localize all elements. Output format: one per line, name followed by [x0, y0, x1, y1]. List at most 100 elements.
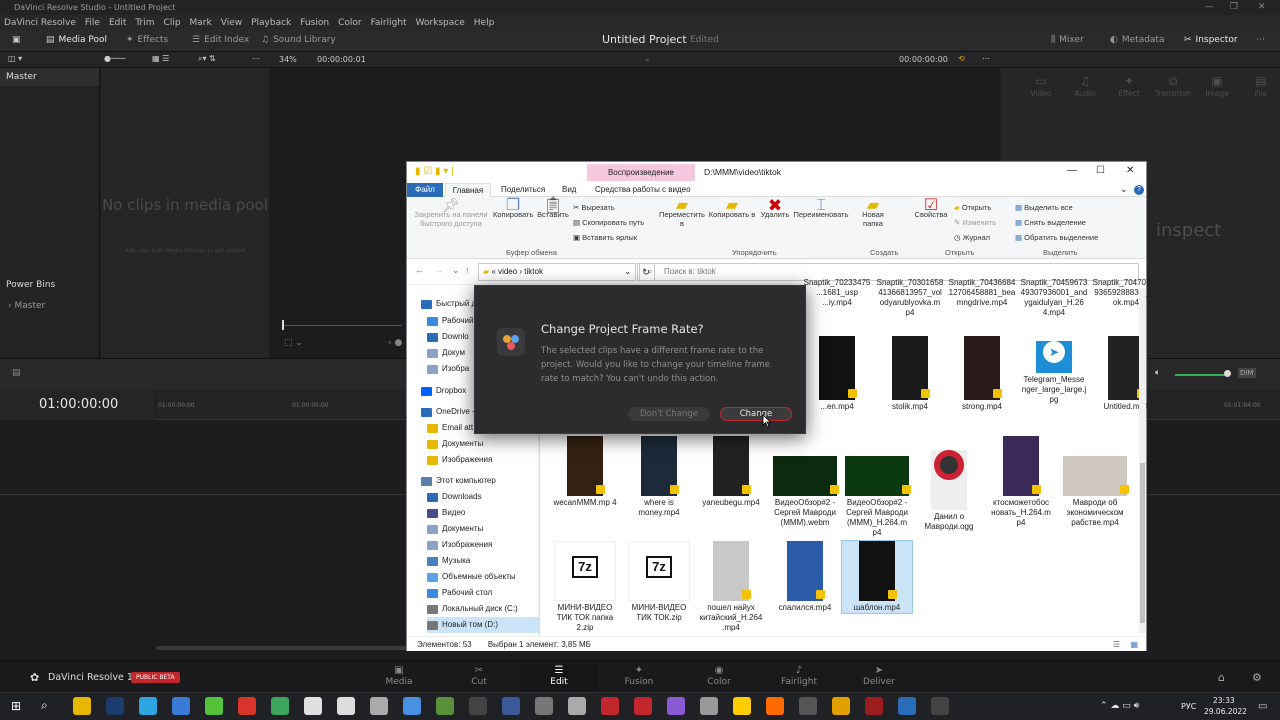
restore-icon[interactable]: ❐: [1230, 0, 1238, 15]
tray-icons[interactable]: ⌃ ☁ ▭ 🔊︎: [1100, 701, 1139, 711]
file-item[interactable]: Snaptik_70301658 41366813957_vol odyarub…: [875, 278, 945, 318]
tab-view[interactable]: Вид: [562, 185, 576, 194]
nav-item[interactable]: Рабочий стол: [427, 585, 492, 601]
media-pool-button[interactable]: ▤ Media Pool: [46, 35, 107, 45]
file-item[interactable]: пошел найух китайский_H.264 .mp4: [696, 541, 766, 633]
page-cut[interactable]: ✂ Cut: [440, 665, 518, 693]
minimize-icon[interactable]: —: [1205, 0, 1214, 15]
nav-item[interactable]: Изображения: [427, 537, 492, 553]
history-button[interactable]: ◷ Журнал: [954, 233, 990, 242]
nav-item[interactable]: Email att: [427, 420, 473, 436]
edit-button[interactable]: ✎ Изменить: [954, 218, 996, 227]
nav-item[interactable]: Видео: [427, 505, 465, 521]
notifications-icon[interactable]: ▭: [1258, 701, 1267, 712]
taskbar-app-icon[interactable]: [568, 697, 586, 715]
menu-item-10[interactable]: Fairlight: [371, 18, 407, 28]
address-dropdown-icon[interactable]: ⌄: [624, 264, 631, 280]
file-item[interactable]: Snaptik_70233475 ...1681_usp ...iy.mp4: [802, 278, 872, 308]
paste-button[interactable]: 📋︎ Вставить: [535, 198, 571, 220]
nav-item[interactable]: Dropbox: [421, 383, 466, 399]
taskbar-app-icon[interactable]: [898, 697, 916, 715]
taskbar-app-icon[interactable]: [172, 697, 190, 715]
menu-item-4[interactable]: Clip: [164, 18, 181, 28]
thumb-size-slider[interactable]: ●───: [104, 54, 125, 63]
file-item[interactable]: ВидеоОбзор#2 - Сергей Мавроди (МММ).webm: [770, 456, 840, 528]
taskbar-app-icon[interactable]: [667, 697, 685, 715]
taskbar-app-icon[interactable]: [733, 697, 751, 715]
page-media[interactable]: ▣ Media: [360, 665, 438, 693]
menu-item-7[interactable]: Playback: [251, 18, 291, 28]
volume-slider[interactable]: [1175, 374, 1227, 376]
taskbar-app-icon[interactable]: [634, 697, 652, 715]
taskbar-app-icon[interactable]: [205, 697, 223, 715]
taskbar-app-icon[interactable]: [535, 697, 553, 715]
taskbar-app-icon[interactable]: [304, 697, 322, 715]
sidebar-toggle-icon[interactable]: ◫ ▾: [8, 54, 22, 63]
power-bin-master[interactable]: › Master: [8, 301, 45, 311]
taskbar-app-icon[interactable]: [799, 697, 817, 715]
chevron-down-icon[interactable]: ⌄: [644, 54, 651, 63]
rename-button[interactable]: ⌶ Переименовать: [793, 198, 849, 220]
address-parent[interactable]: «: [491, 267, 495, 276]
taskbar-app-icon[interactable]: [502, 697, 520, 715]
settings-gear-icon[interactable]: ⚙: [1252, 671, 1262, 684]
taskbar-app-icon[interactable]: [73, 697, 91, 715]
loop-icon[interactable]: ⟲: [958, 54, 965, 63]
nav-item[interactable]: Изобра: [427, 361, 469, 377]
taskbar-app-icon[interactable]: [469, 697, 487, 715]
edit-index-button[interactable]: ☰ Edit Index: [192, 35, 249, 45]
menu-item-3[interactable]: Trim: [135, 18, 154, 28]
file-item[interactable]: Snaptik_70470787 93659288834_tikt ok.mp4: [1091, 278, 1161, 308]
nav-item[interactable]: Быстрый д: [421, 296, 476, 312]
file-item[interactable]: wecanMMM.mp 4: [550, 436, 620, 508]
playhead-marker[interactable]: [282, 320, 284, 330]
content-scrollbar[interactable]: [1139, 288, 1146, 633]
copy-to-button[interactable]: ▰ Копировать в: [707, 198, 757, 220]
nav-item[interactable]: Downloads: [427, 489, 482, 505]
file-item[interactable]: Snaptik_70436684 12706458881_bea mngdriv…: [947, 278, 1017, 308]
nav-item[interactable]: Локальный диск (C:): [427, 601, 518, 617]
ribbon-collapse-icon[interactable]: ⌄: [1120, 184, 1128, 195]
file-item[interactable]: stolik.mp4: [875, 336, 945, 412]
inspector-tab-effect[interactable]: ✦ Effect: [1107, 74, 1151, 98]
menu-item-9[interactable]: Color: [338, 18, 362, 28]
recent-chevron-icon[interactable]: ⌄: [452, 265, 460, 276]
dim-button[interactable]: DIM: [1238, 368, 1256, 378]
details-view-icon[interactable]: ☰: [1113, 637, 1120, 652]
menu-item-8[interactable]: Fusion: [300, 18, 329, 28]
taskbar-app-icon[interactable]: [403, 697, 421, 715]
menu-item-6[interactable]: View: [221, 18, 242, 28]
taskbar-app-icon[interactable]: [766, 697, 784, 715]
windows-start-icon[interactable]: ⊞: [11, 699, 21, 713]
taskbar-app-icon[interactable]: [271, 697, 289, 715]
inspector-button[interactable]: ✂ Inspector: [1184, 35, 1238, 45]
zoom-level[interactable]: 34%: [279, 55, 297, 64]
file-item[interactable]: where is money.mp4: [624, 436, 694, 518]
inspector-tab-file[interactable]: ▤ File: [1239, 74, 1280, 98]
copy-button[interactable]: ❐ Копировать: [493, 198, 533, 220]
nav-item[interactable]: Документы: [427, 436, 483, 452]
nav-item[interactable]: Музыка: [427, 553, 470, 569]
language-indicator[interactable]: РУС: [1181, 702, 1196, 711]
taskbar-app-icon[interactable]: [106, 697, 124, 715]
more-options-icon[interactable]: ⋯: [252, 54, 260, 63]
menu-item-2[interactable]: Edit: [109, 18, 126, 28]
nav-item[interactable]: Downlo: [427, 329, 469, 345]
effects-button[interactable]: ✦ Effects: [126, 35, 168, 45]
inspector-tab-video[interactable]: ▭ Video: [1019, 74, 1063, 98]
inspector-tab-image[interactable]: ▣ Image: [1195, 74, 1239, 98]
explorer-maximize-icon[interactable]: ☐: [1096, 165, 1105, 176]
properties-button[interactable]: ☑ Свойства: [911, 198, 951, 220]
file-item[interactable]: ➤ Telegram_Messe nger_large_large.j pg: [1019, 336, 1089, 405]
open-button[interactable]: ▰ Открыть: [954, 203, 991, 212]
nav-item[interactable]: Этот компьютер: [421, 473, 496, 489]
page-fairlight[interactable]: ♪ Fairlight: [760, 665, 838, 693]
nav-item[interactable]: Новый том (D:): [427, 617, 555, 633]
viewer-more-icon[interactable]: ⋯: [982, 54, 990, 63]
view-grid-icon[interactable]: ▦ ☰: [152, 54, 169, 63]
dont-change-button[interactable]: Don't Change: [628, 407, 710, 421]
explorer-minimize-icon[interactable]: —: [1067, 165, 1077, 176]
nav-item[interactable]: OneDrive -: [421, 404, 475, 420]
file-item[interactable]: strong.mp4: [947, 336, 1017, 412]
menu-item-12[interactable]: Help: [474, 18, 495, 28]
